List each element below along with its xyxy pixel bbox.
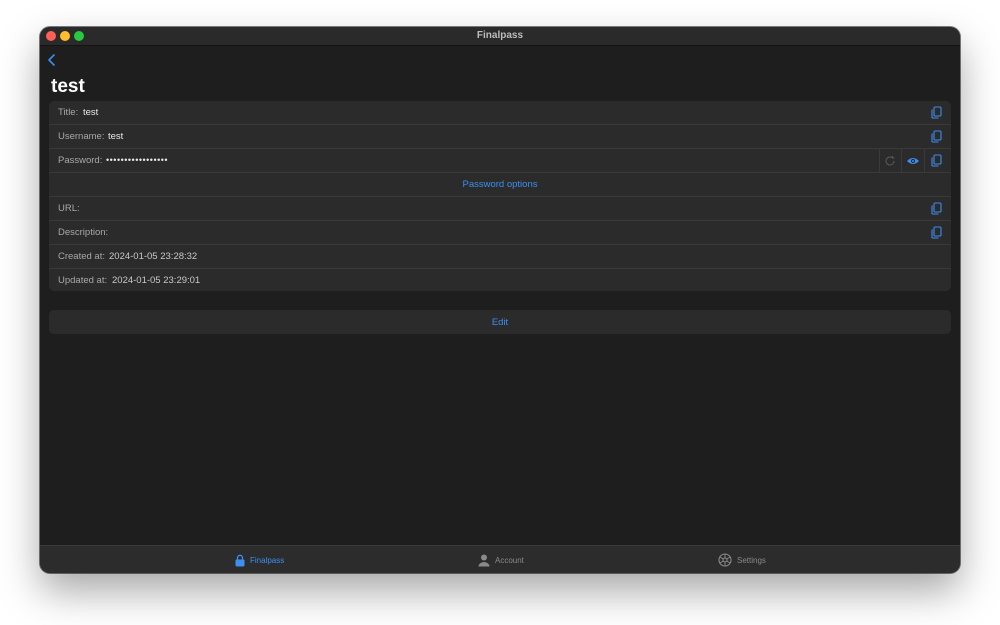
tab-label: Account [495, 555, 524, 565]
title-label: Title: [58, 107, 79, 118]
copy-url-button[interactable] [929, 201, 943, 216]
generate-password-button[interactable] [883, 153, 897, 168]
copy-password-button[interactable] [929, 153, 943, 168]
copy-icon [930, 226, 942, 239]
copy-icon [930, 130, 942, 143]
tab-account[interactable]: Account [478, 546, 524, 573]
password-options-row: Password options [49, 173, 951, 197]
tab-settings[interactable]: Settings [718, 546, 766, 573]
edit-button-label: Edit [491, 317, 509, 328]
divider [901, 149, 902, 173]
username-row: Username: test [49, 125, 951, 149]
password-label: Password: [58, 155, 103, 166]
password-options-link[interactable]: Password options [49, 179, 951, 190]
username-label: Username: [58, 131, 105, 142]
copy-icon [930, 154, 942, 167]
app-window: Finalpass test Title: test Username: tes… [40, 27, 960, 573]
edit-button[interactable]: Edit [49, 310, 951, 334]
tab-bar: Finalpass Account Settings [40, 545, 960, 573]
password-row: Password: ••••••••••••••••• [49, 149, 951, 173]
tab-label: Finalpass [250, 555, 285, 565]
entry-details-card: Title: test Username: test Password: •••… [49, 101, 951, 291]
divider [879, 149, 880, 173]
back-button[interactable] [46, 53, 58, 67]
page-title: test [51, 76, 85, 97]
copy-icon [930, 106, 942, 119]
created-label: Created at: [58, 251, 105, 262]
tab-finalpass[interactable]: Finalpass [235, 546, 284, 573]
copy-username-button[interactable] [929, 129, 943, 144]
description-row: Description: [49, 221, 951, 245]
person-icon [478, 554, 490, 566]
copy-title-button[interactable] [929, 105, 943, 120]
window-title: Finalpass [476, 30, 524, 41]
copy-icon [930, 202, 942, 215]
created-row: Created at: 2024-01-05 23:28:32 [49, 245, 951, 269]
gear-icon [718, 553, 732, 567]
created-value: 2024-01-05 23:28:32 [109, 251, 198, 262]
refresh-icon [885, 155, 895, 166]
eye-icon [907, 157, 919, 164]
password-value: ••••••••••••••••• [106, 155, 169, 165]
title-bar: Finalpass [40, 27, 960, 46]
updated-label: Updated at: [58, 275, 108, 286]
updated-value: 2024-01-05 23:29:01 [112, 275, 201, 286]
tab-label: Settings [737, 555, 766, 565]
divider [924, 149, 925, 173]
url-row: URL: [49, 197, 951, 221]
username-value: test [108, 131, 124, 142]
title-row: Title: test [49, 101, 951, 125]
description-label: Description: [58, 227, 109, 238]
lock-icon [235, 554, 245, 566]
title-value: test [83, 107, 99, 118]
url-label: URL: [58, 203, 80, 214]
chevron-left-icon [48, 54, 55, 66]
copy-description-button[interactable] [929, 225, 943, 240]
updated-row: Updated at: 2024-01-05 23:29:01 [49, 269, 951, 291]
toggle-password-visibility-button[interactable] [905, 153, 921, 168]
